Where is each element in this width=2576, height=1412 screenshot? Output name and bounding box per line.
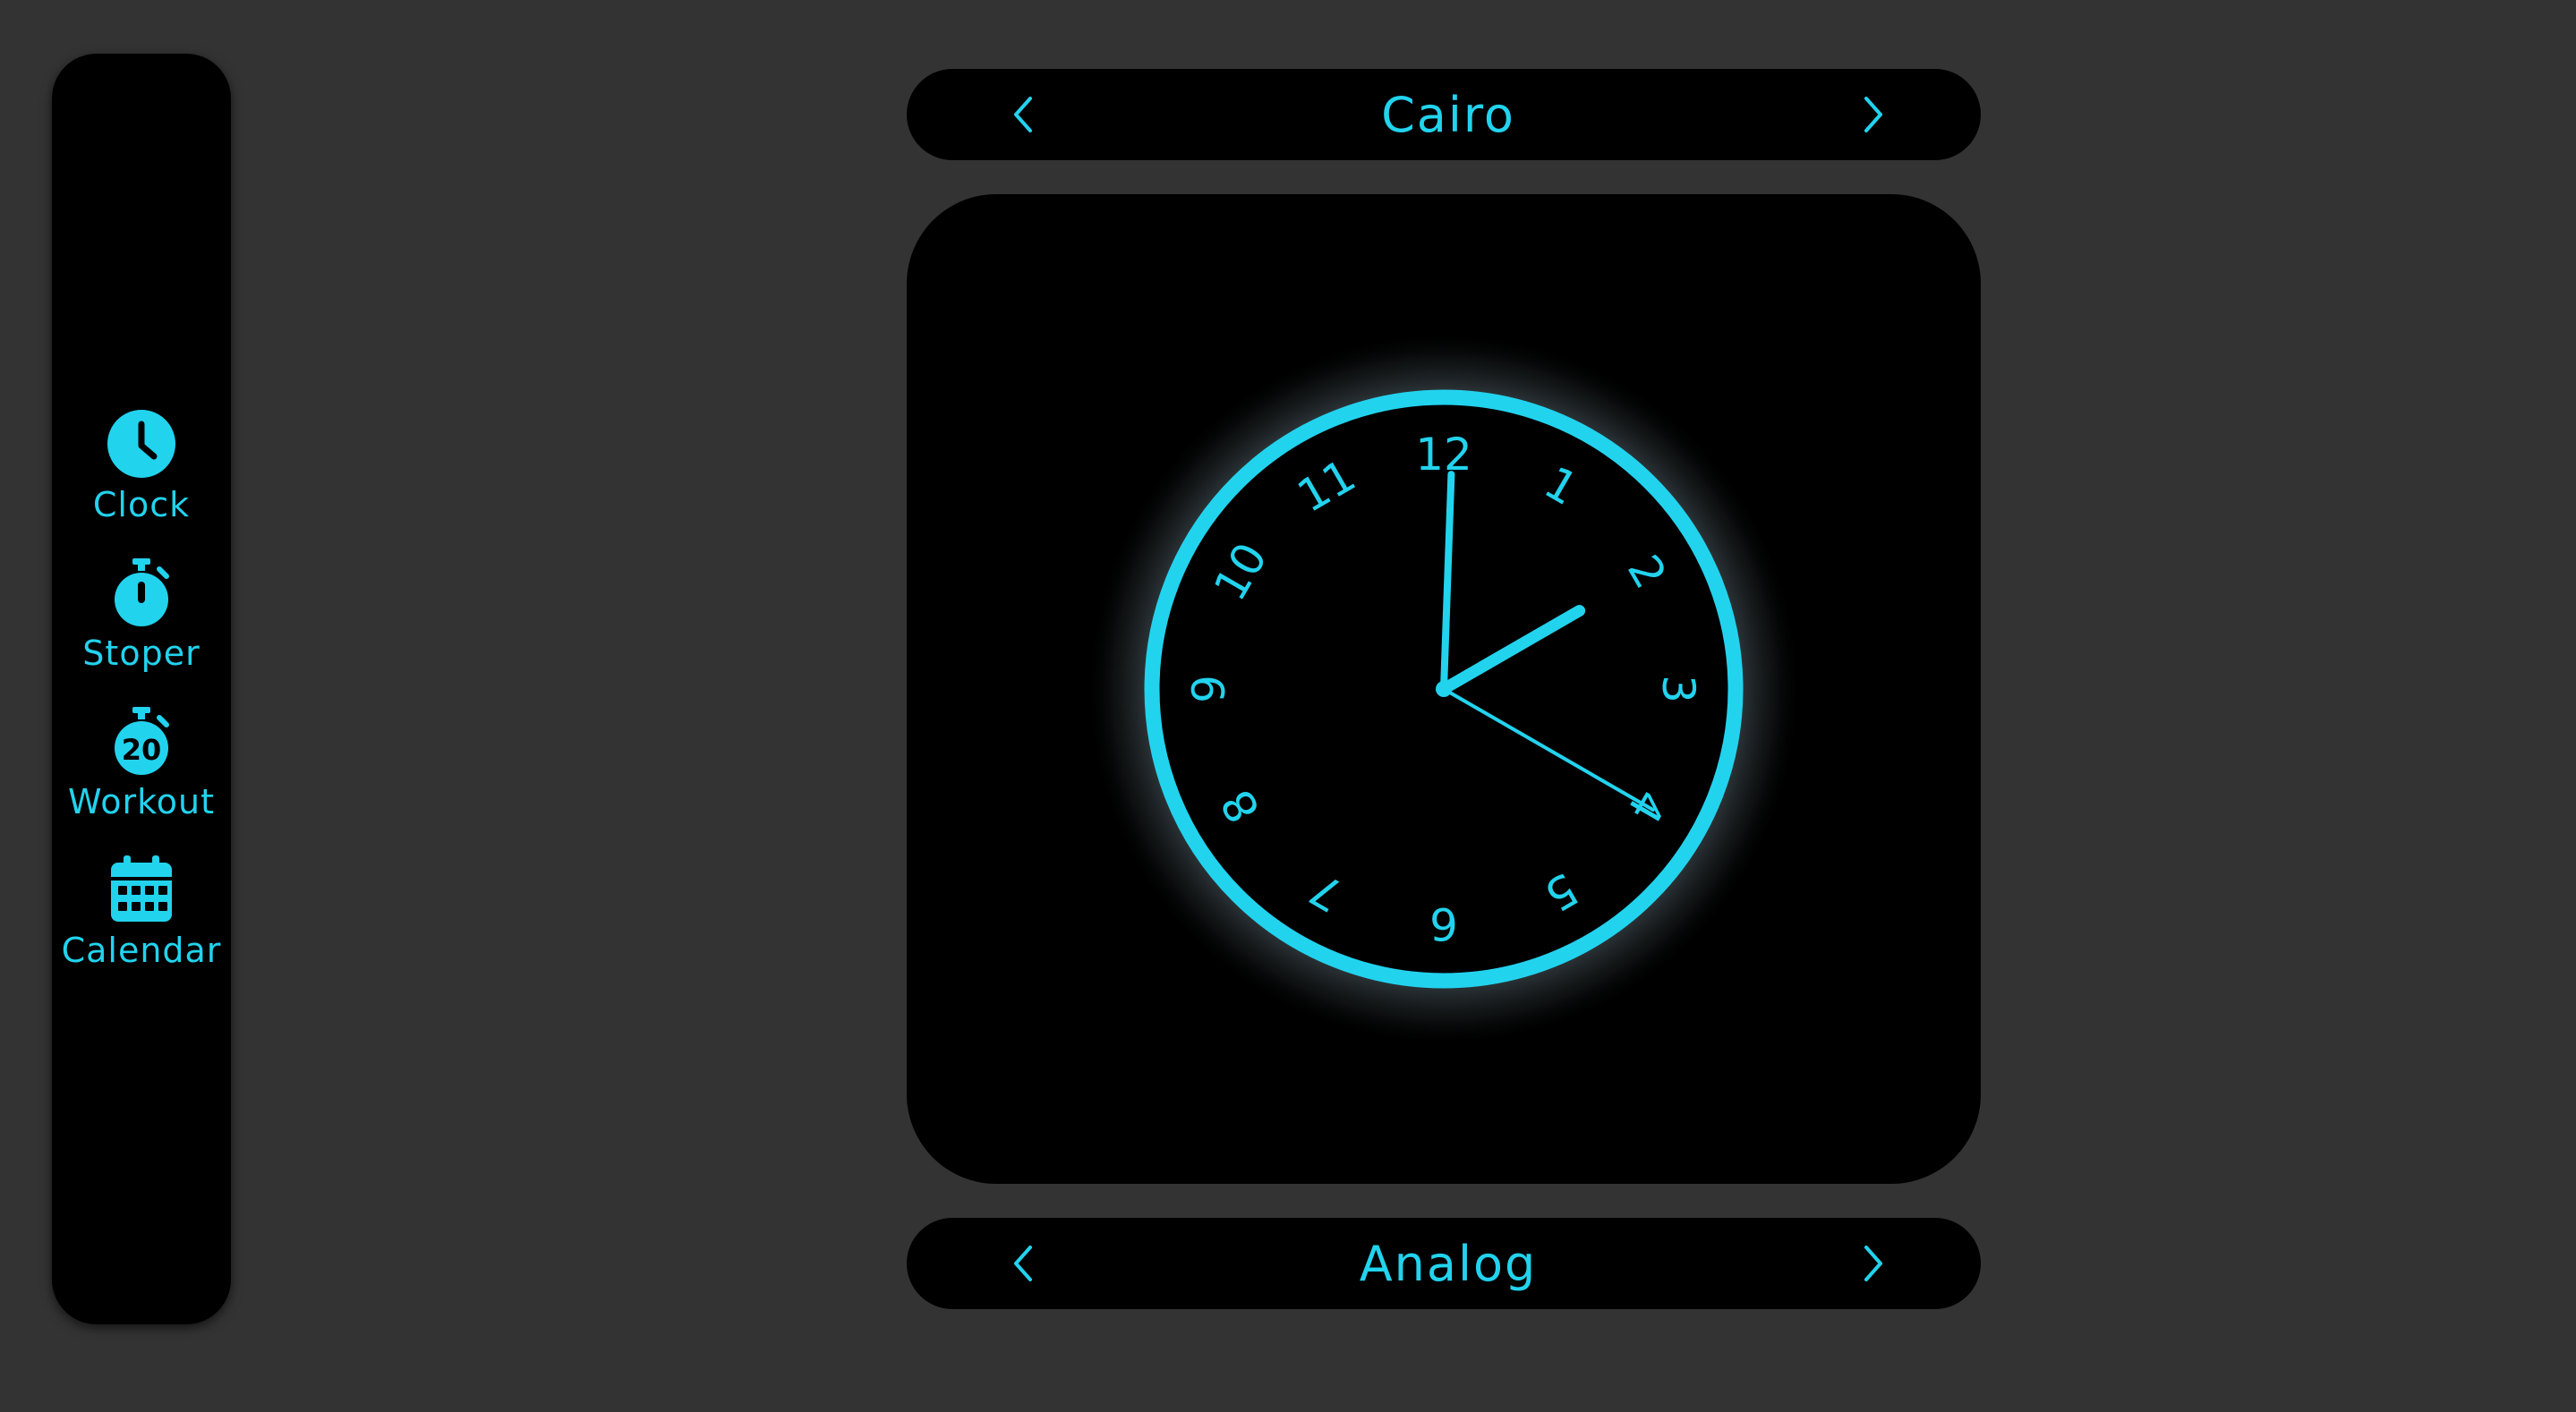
mode-name: Analog [1359, 1235, 1538, 1292]
mode-prev-button[interactable] [996, 1237, 1050, 1290]
sidebar-item-workout[interactable]: 20 Workout [68, 705, 215, 821]
chevron-left-icon [1014, 97, 1032, 132]
analog-clock: 121234567891011 [1086, 331, 1802, 1047]
workout-badge: 20 [122, 733, 162, 767]
city-next-button[interactable] [1847, 88, 1900, 141]
chevron-right-icon [1864, 97, 1882, 132]
sidebar-item-label: Clock [92, 485, 191, 524]
city-selector: Cairo [907, 69, 1981, 160]
mode-selector: Analog [907, 1218, 1981, 1309]
calendar-icon [111, 855, 172, 922]
mode-next-button[interactable] [1847, 1237, 1900, 1290]
chevron-left-icon [1014, 1246, 1032, 1281]
chevron-right-icon [1864, 1246, 1882, 1281]
clock-numeral: 9 [1183, 675, 1235, 703]
city-prev-button[interactable] [996, 88, 1050, 141]
clock-numeral: 6 [1429, 897, 1458, 949]
sidebar-item-label: Stoper [82, 634, 200, 673]
stopwatch-icon [115, 558, 169, 626]
clock-icon [107, 410, 175, 478]
workout-timer-icon: 20 [114, 707, 169, 775]
sidebar-item-clock[interactable]: Clock [93, 408, 190, 524]
sidebar-item-calendar[interactable]: Calendar [62, 854, 222, 970]
sidebar-item-label: Workout [67, 782, 216, 821]
clock-panel: 12 1 2 3 4 5 6 7 8 9 10 11 [907, 194, 1981, 1184]
city-name: Cairo [1381, 86, 1515, 143]
sidebar-item-label: Calendar [61, 931, 222, 970]
clock-numeral: 12 [1415, 429, 1472, 481]
sidebar: Clock Stoper 20 Workout Calendar [52, 54, 231, 1324]
sidebar-item-stoper[interactable]: Stoper [82, 557, 200, 673]
clock-center [1436, 681, 1452, 697]
clock-numeral: 3 [1652, 675, 1704, 703]
